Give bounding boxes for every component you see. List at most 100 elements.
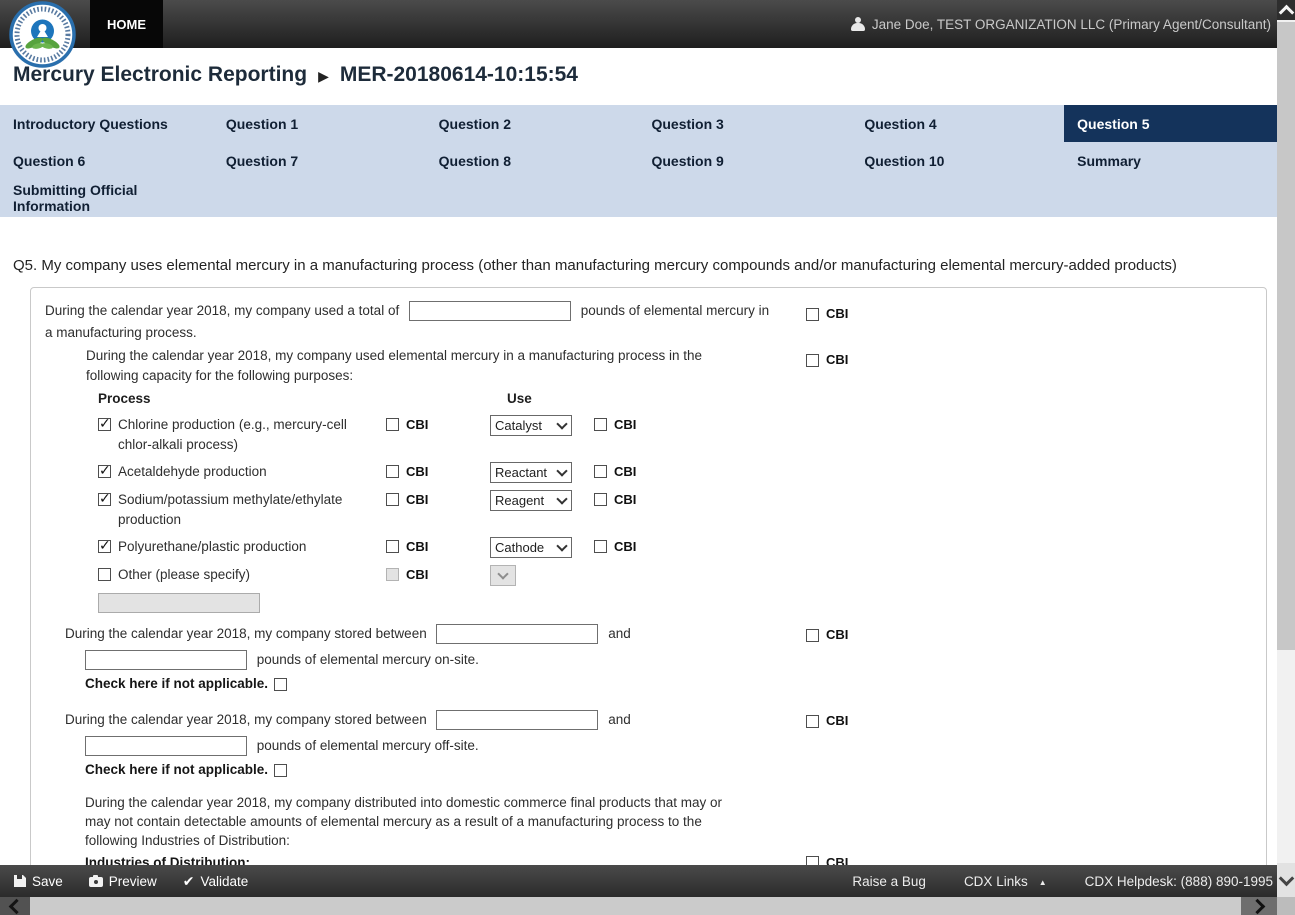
cbi-group: CBI (806, 303, 848, 325)
stored-offsite-min-input[interactable] (436, 710, 598, 730)
stored-onsite-max-input[interactable] (85, 650, 247, 670)
process-checkbox[interactable] (98, 465, 111, 478)
process-option: Chlorine production (e.g., mercury-cell … (98, 415, 374, 455)
use-select[interactable]: Reactant (490, 462, 572, 483)
person-icon (851, 17, 865, 31)
tab-question-1[interactable]: Question 1 (213, 105, 426, 142)
stored-onsite-na-checkbox[interactable] (274, 678, 287, 691)
other-specify-input (98, 593, 260, 613)
stored-offsite-max-input[interactable] (85, 736, 247, 756)
cbi-checkbox[interactable] (806, 354, 819, 367)
question-heading: Q5. My company uses elemental mercury in… (13, 255, 1264, 276)
cbi-group: CBI (806, 850, 848, 865)
tab-question-5[interactable]: Question 5 (1064, 105, 1277, 142)
tab-question-9[interactable]: Question 9 (638, 142, 851, 179)
distribution-intro-text: During the calendar year 2018, my compan… (85, 793, 725, 850)
preview-button[interactable]: Preview (89, 874, 157, 889)
cbi-checkbox[interactable] (386, 493, 399, 506)
scrollbar-corner (1277, 897, 1295, 915)
process-option: Acetaldehyde production (98, 462, 374, 482)
use-select[interactable]: Catalyst (490, 415, 572, 436)
cbi-group: CBI (594, 417, 636, 432)
home-button[interactable]: HOME (90, 0, 163, 48)
chevron-down-icon (556, 540, 567, 551)
cbi-checkbox[interactable] (806, 308, 819, 321)
tab-question-2[interactable]: Question 2 (426, 105, 639, 142)
raise-a-bug-link[interactable]: Raise a Bug (852, 874, 926, 889)
tab-summary[interactable]: Summary (1064, 142, 1277, 179)
process-label: Chlorine production (e.g., mercury-cell … (118, 415, 374, 455)
tab-submitting-official-information[interactable]: Submitting Official Information (0, 179, 213, 216)
process-checkbox[interactable] (98, 540, 111, 553)
cbi-checkbox[interactable] (594, 540, 607, 553)
save-button[interactable]: Save (14, 874, 63, 889)
stored-onsite-text-after: pounds of elemental mercury on-site. (257, 652, 479, 667)
total-used-input[interactable] (409, 301, 571, 321)
cbi-group: CBI (594, 492, 636, 507)
caret-up-icon (1034, 874, 1047, 889)
cbi-checkbox[interactable] (594, 418, 607, 431)
tab-bar: Introductory QuestionsQuestion 1Question… (0, 105, 1277, 217)
cbi-checkbox[interactable] (386, 418, 399, 431)
stored-offsite-na-checkbox[interactable] (274, 764, 287, 777)
process-checkbox[interactable] (98, 493, 111, 506)
preview-label: Preview (109, 874, 157, 889)
main-content: Q5. My company uses elemental mercury in… (0, 217, 1277, 865)
use-select-value: Reactant (495, 465, 547, 480)
cbi-label: CBI (614, 417, 636, 432)
cbi-label: CBI (826, 710, 848, 732)
process-option: Sodium/potassium methylate/ethylate prod… (98, 490, 374, 530)
use-select-value: Cathode (495, 540, 544, 555)
validate-button[interactable]: Validate (183, 873, 249, 890)
stored-offsite-na-label: Check here if not applicable. (85, 762, 268, 777)
stored-offsite-row: During the calendar year 2018, my compan… (45, 707, 1252, 781)
chevron-down-icon (1278, 871, 1294, 887)
question-panel: During the calendar year 2018, my compan… (30, 287, 1267, 865)
cbi-group: CBI (594, 539, 636, 554)
vertical-scrollbar-thumb[interactable] (1277, 22, 1295, 650)
vertical-scrollbar[interactable] (1277, 0, 1295, 897)
stored-onsite-min-input[interactable] (436, 624, 598, 644)
scroll-right-button[interactable] (1241, 897, 1277, 915)
capacity-intro-text: During the calendar year 2018, my compan… (86, 346, 734, 386)
use-select[interactable]: Cathode (490, 537, 572, 558)
cbi-checkbox[interactable] (594, 493, 607, 506)
tab-question-7[interactable]: Question 7 (213, 142, 426, 179)
cbi-group: CBI (386, 539, 428, 554)
cbi-label: CBI (406, 567, 428, 582)
chevron-right-icon (1250, 898, 1266, 914)
cbi-checkbox[interactable] (806, 856, 819, 866)
tab-question-4[interactable]: Question 4 (851, 105, 1064, 142)
cbi-group: CBI (386, 492, 428, 507)
process-option: Polyurethane/plastic production (98, 537, 374, 557)
tab-question-10[interactable]: Question 10 (851, 142, 1064, 179)
cbi-checkbox[interactable] (386, 465, 399, 478)
cbi-label: CBI (614, 539, 636, 554)
process-label: Acetaldehyde production (118, 462, 267, 482)
user-name: Jane Doe, TEST ORGANIZATION LLC (Primary… (872, 17, 1271, 32)
user-menu[interactable]: Jane Doe, TEST ORGANIZATION LLC (Primary… (851, 0, 1271, 48)
use-select (490, 565, 516, 586)
use-column-header: Use (490, 390, 594, 408)
industries-label: Industries of Distribution: (85, 852, 1252, 865)
cbi-checkbox[interactable] (806, 715, 819, 728)
cdx-links-menu[interactable]: CDX Links (964, 874, 1047, 889)
scroll-down-button[interactable] (1277, 863, 1295, 897)
title-bar: Mercury Electronic Reporting ▶ MER-20180… (0, 48, 1277, 105)
camera-icon (89, 877, 103, 887)
cbi-checkbox[interactable] (386, 540, 399, 553)
tab-introductory-questions[interactable]: Introductory Questions (0, 105, 213, 142)
chevron-down-icon (556, 465, 567, 476)
use-select[interactable]: Reagent (490, 490, 572, 511)
scroll-left-button[interactable] (0, 897, 30, 915)
horizontal-scrollbar[interactable] (0, 897, 1277, 915)
cbi-checkbox[interactable] (806, 629, 819, 642)
scroll-up-button[interactable] (1277, 0, 1295, 20)
process-checkbox[interactable] (98, 418, 111, 431)
tab-question-8[interactable]: Question 8 (426, 142, 639, 179)
tab-question-6[interactable]: Question 6 (0, 142, 213, 179)
process-label: Sodium/potassium methylate/ethylate prod… (118, 490, 374, 530)
cbi-checkbox[interactable] (594, 465, 607, 478)
tab-question-3[interactable]: Question 3 (638, 105, 851, 142)
process-checkbox[interactable] (98, 568, 111, 581)
